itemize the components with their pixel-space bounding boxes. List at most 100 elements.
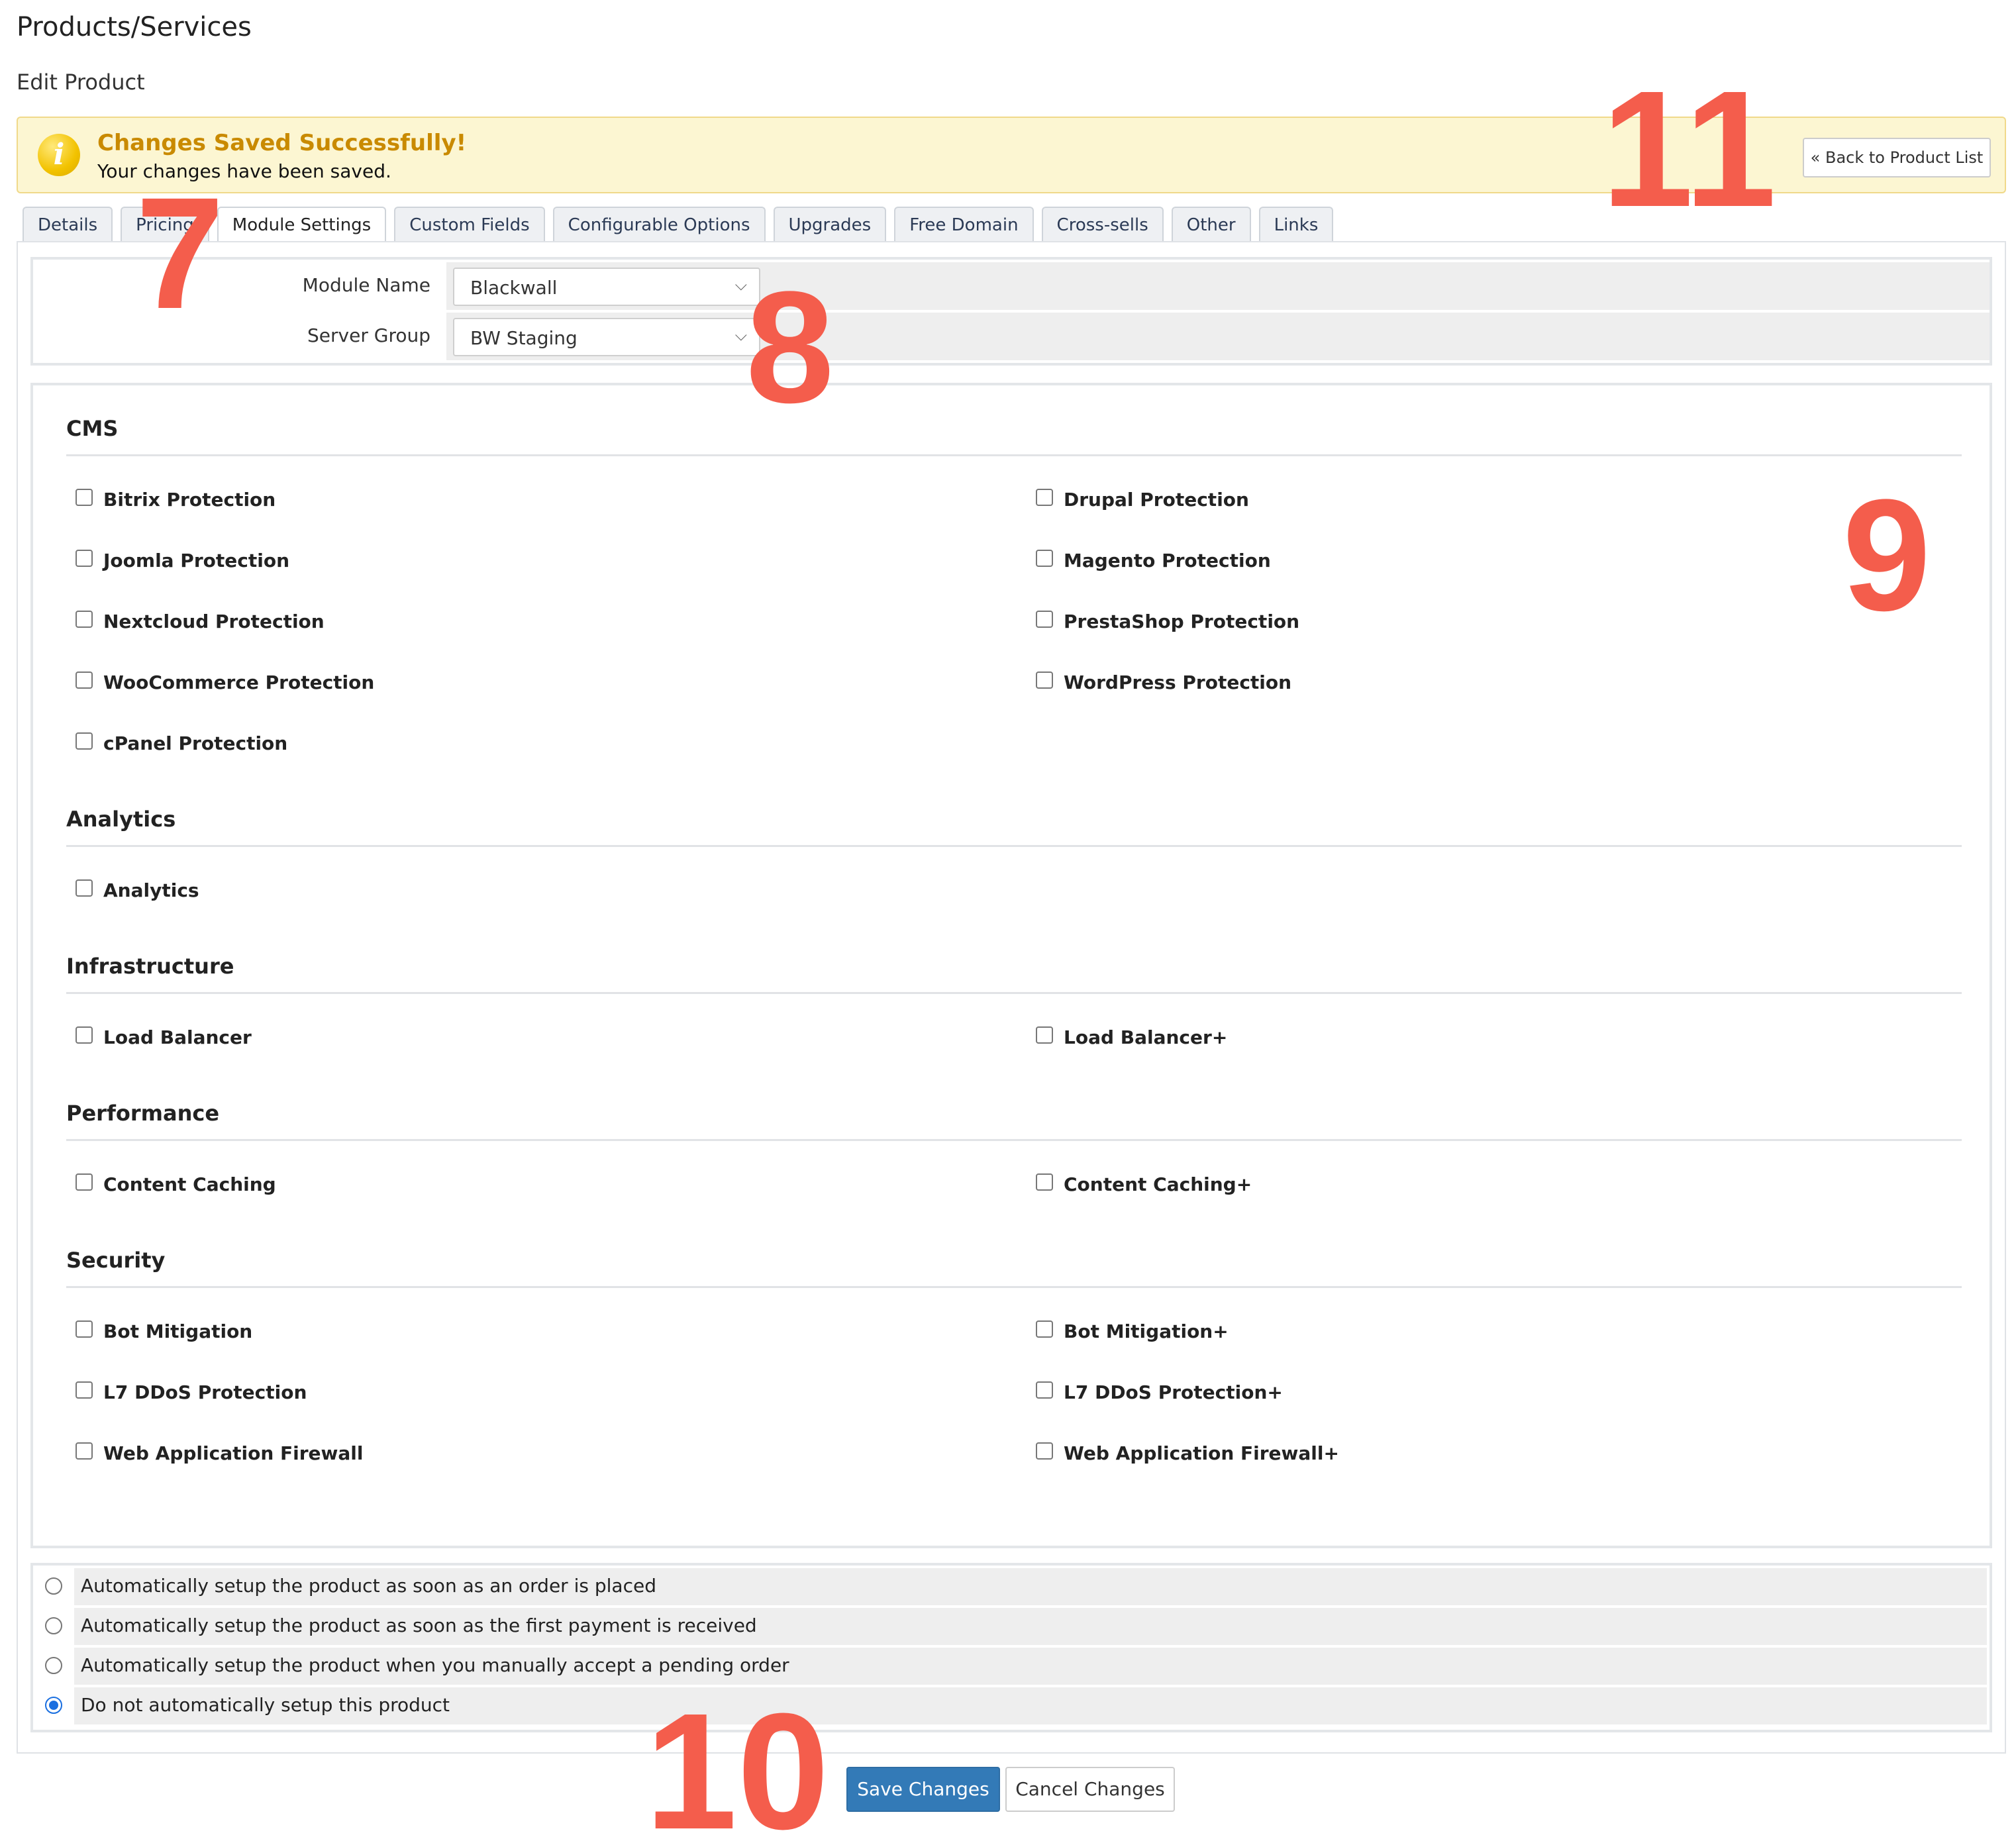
checkbox[interactable]	[76, 1381, 93, 1399]
checkbox-woocommerce-protection[interactable]: WooCommerce Protection	[76, 671, 375, 693]
setup-option-label: Do not automatically setup this product	[74, 1687, 1987, 1724]
setup-option-label: Automatically setup the product as soon …	[74, 1568, 1987, 1605]
section-title-performance: Performance	[66, 1101, 220, 1126]
tab-free-domain[interactable]: Free Domain	[894, 207, 1034, 242]
checkbox-label: Magento Protection	[1064, 550, 1271, 572]
module-settings-box: Module Name Blackwall ⌵ Server Group BW …	[30, 257, 1992, 366]
checkbox[interactable]	[1036, 1173, 1053, 1191]
checkbox[interactable]	[76, 549, 93, 567]
section-title-infrastructure: Infrastructure	[66, 954, 234, 979]
tab-links[interactable]: Links	[1258, 207, 1334, 242]
checkbox-label: Content Caching	[103, 1173, 276, 1195]
section-title-security: Security	[66, 1248, 166, 1273]
tab-configurable-options[interactable]: Configurable Options	[552, 207, 766, 242]
checkbox-bot-mitigation[interactable]: Bot Mitigation	[76, 1320, 252, 1342]
section-divider	[66, 454, 1962, 456]
checkbox-load-balancer-plus[interactable]: Load Balancer+	[1036, 1026, 1227, 1048]
checkbox[interactable]	[76, 1442, 93, 1460]
features-box: CMS Bitrix Protection Joomla Protection …	[30, 383, 1992, 1548]
page-title: Products/Services	[17, 12, 252, 42]
radio-button[interactable]	[45, 1657, 62, 1674]
checkbox-content-caching-plus[interactable]: Content Caching+	[1036, 1173, 1252, 1195]
checkbox[interactable]	[76, 488, 93, 506]
section-title-cms: CMS	[66, 416, 119, 441]
section-divider	[66, 992, 1962, 994]
checkbox[interactable]	[76, 1320, 93, 1338]
setup-option-manual-accept[interactable]: Automatically setup the product when you…	[33, 1648, 1990, 1686]
section-title-analytics: Analytics	[66, 807, 176, 832]
checkbox-cpanel-protection[interactable]: cPanel Protection	[76, 732, 287, 754]
annotation-7: 7	[136, 164, 225, 342]
checkbox-bot-mitigation-plus[interactable]: Bot Mitigation+	[1036, 1320, 1229, 1342]
checkbox-label: Bitrix Protection	[103, 489, 276, 511]
back-to-product-list-button[interactable]: « Back to Product List	[1803, 138, 1991, 177]
tab-upgrades[interactable]: Upgrades	[773, 207, 887, 242]
server-group-value: BW Staging	[470, 327, 578, 349]
checkbox-label: Drupal Protection	[1064, 489, 1249, 511]
checkbox[interactable]	[1036, 1442, 1053, 1460]
checkbox-label: Nextcloud Protection	[103, 611, 325, 632]
checkbox-label: Load Balancer	[103, 1026, 252, 1048]
checkbox[interactable]	[1036, 671, 1053, 689]
save-changes-button[interactable]: Save Changes	[846, 1767, 1000, 1812]
checkbox-label: Content Caching+	[1064, 1173, 1252, 1195]
checkbox-drupal-protection[interactable]: Drupal Protection	[1036, 488, 1249, 511]
checkbox-prestashop-protection[interactable]: PrestaShop Protection	[1036, 610, 1300, 632]
radio-button[interactable]	[45, 1577, 62, 1595]
setup-option-none[interactable]: Do not automatically setup this product	[33, 1687, 1990, 1726]
setup-option-order-placed[interactable]: Automatically setup the product as soon …	[33, 1568, 1990, 1607]
checkbox-label: L7 DDoS Protection	[103, 1381, 307, 1403]
module-name-select[interactable]: Blackwall ⌵	[453, 268, 760, 306]
radio-button-selected[interactable]	[45, 1697, 62, 1714]
checkbox-label: PrestaShop Protection	[1064, 611, 1300, 632]
checkbox[interactable]	[76, 1173, 93, 1191]
checkbox[interactable]	[1036, 1320, 1053, 1338]
checkbox-bitrix-protection[interactable]: Bitrix Protection	[76, 488, 276, 511]
checkbox-label: Analytics	[103, 879, 199, 901]
tab-module-settings[interactable]: Module Settings	[217, 207, 387, 245]
cancel-changes-button[interactable]: Cancel Changes	[1005, 1767, 1175, 1812]
checkbox[interactable]	[1036, 1381, 1053, 1399]
checkbox[interactable]	[1036, 549, 1053, 567]
setup-option-first-payment[interactable]: Automatically setup the product as soon …	[33, 1608, 1990, 1646]
checkbox[interactable]	[1036, 1026, 1053, 1044]
tab-cross-sells[interactable]: Cross-sells	[1041, 207, 1164, 242]
server-group-select[interactable]: BW Staging ⌵	[453, 318, 760, 356]
checkbox-analytics[interactable]: Analytics	[76, 879, 199, 901]
checkbox-joomla-protection[interactable]: Joomla Protection	[76, 549, 289, 572]
tab-custom-fields[interactable]: Custom Fields	[394, 207, 545, 242]
server-group-field-cell: BW Staging ⌵	[446, 313, 1990, 360]
checkbox-nextcloud-protection[interactable]: Nextcloud Protection	[76, 610, 325, 632]
checkbox-load-balancer[interactable]: Load Balancer	[76, 1026, 252, 1048]
tab-details[interactable]: Details	[23, 207, 113, 242]
page-subtitle: Edit Product	[17, 70, 145, 95]
checkbox-label: cPanel Protection	[103, 732, 288, 754]
checkbox[interactable]	[1036, 488, 1053, 506]
checkbox[interactable]	[76, 879, 93, 897]
checkbox[interactable]	[1036, 610, 1053, 628]
alert-title: Changes Saved Successfully!	[97, 130, 467, 156]
edit-product-page: Products/Services Edit Product i Changes…	[0, 0, 2016, 1841]
server-group-row: Server Group BW Staging ⌵	[33, 313, 1990, 360]
checkbox-label: L7 DDoS Protection+	[1064, 1381, 1283, 1403]
setup-option-label: Automatically setup the product when you…	[74, 1648, 1987, 1685]
radio-button[interactable]	[45, 1617, 62, 1634]
checkbox-l7-ddos-protection-plus[interactable]: L7 DDoS Protection+	[1036, 1381, 1283, 1403]
checkbox-wordpress-protection[interactable]: WordPress Protection	[1036, 671, 1291, 693]
checkbox[interactable]	[76, 732, 93, 750]
checkbox[interactable]	[76, 1026, 93, 1044]
annotation-9: 9	[1842, 466, 1931, 644]
info-icon: i	[38, 134, 80, 176]
module-name-label: Module Name	[302, 274, 430, 296]
tab-other[interactable]: Other	[1171, 207, 1251, 242]
checkbox-web-application-firewall-plus[interactable]: Web Application Firewall+	[1036, 1442, 1339, 1464]
checkbox-label: Web Application Firewall+	[1064, 1442, 1339, 1464]
checkbox-content-caching[interactable]: Content Caching	[76, 1173, 276, 1195]
checkbox-l7-ddos-protection[interactable]: L7 DDoS Protection	[76, 1381, 307, 1403]
checkbox-label: WooCommerce Protection	[103, 672, 375, 693]
checkbox-label: Bot Mitigation	[103, 1320, 253, 1342]
checkbox-magento-protection[interactable]: Magento Protection	[1036, 549, 1271, 572]
checkbox[interactable]	[76, 610, 93, 628]
checkbox[interactable]	[76, 671, 93, 689]
checkbox-web-application-firewall[interactable]: Web Application Firewall	[76, 1442, 364, 1464]
